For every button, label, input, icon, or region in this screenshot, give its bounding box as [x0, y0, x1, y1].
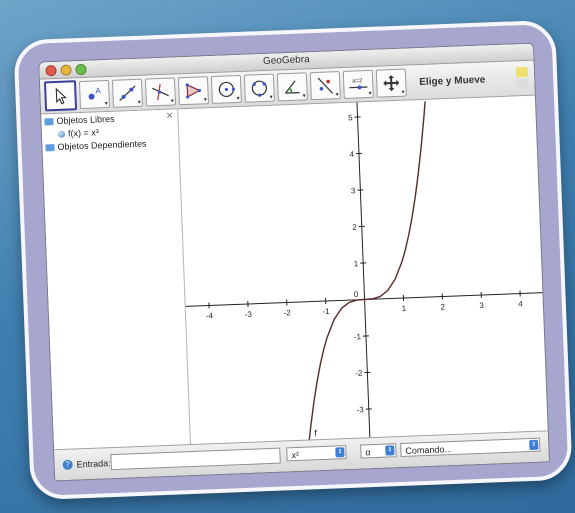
cursor-arrow-icon — [55, 87, 67, 105]
x-tick-label: -1 — [322, 307, 330, 316]
input-label: Entrada: — [76, 458, 111, 470]
toolbar-right-icons — [515, 66, 529, 90]
perpendicular-icon — [152, 83, 169, 101]
slider-tool-button[interactable]: a=2 ▾ — [342, 69, 374, 99]
conic-icon — [251, 80, 267, 97]
y-tick-label: 1 — [354, 259, 359, 268]
angle-icon — [285, 80, 300, 94]
close-algebra-icon[interactable]: ✕ — [166, 110, 174, 121]
polygon-icon — [185, 83, 202, 99]
move-view-icon — [383, 75, 400, 92]
svg-text:a=2: a=2 — [352, 78, 363, 84]
command-select[interactable]: Comando... ⇕ — [400, 437, 541, 458]
symbol-select[interactable]: x² ⇕ — [286, 445, 347, 462]
y-tick-label: 5 — [348, 113, 353, 122]
slider-icon: a=2 — [349, 78, 368, 90]
function-curve — [307, 101, 426, 446]
point-tool-button[interactable]: A ▾ — [78, 79, 111, 110]
input-field[interactable] — [110, 447, 281, 471]
function-label: f(x) = x³ — [67, 127, 99, 139]
x-tick-label: 1 — [401, 304, 406, 313]
y-axis — [356, 102, 371, 439]
x-tick-label: 4 — [518, 299, 523, 308]
move-view-tool-button[interactable]: ▾ — [375, 68, 407, 98]
y-tick-label: 2 — [352, 223, 357, 232]
x-tick-label: -3 — [245, 310, 253, 319]
visibility-bullet-icon[interactable] — [57, 130, 66, 138]
folder-icon — [45, 143, 55, 151]
dependent-objects-label: Objetos Dependientes — [57, 138, 147, 152]
reflect-tool-button[interactable]: ▾ — [309, 71, 341, 101]
svg-text:A: A — [95, 86, 101, 95]
curve-label: f — [314, 428, 317, 438]
angle-tool-button[interactable]: ▾ — [276, 72, 308, 102]
function-plot[interactable]: -4 -3 -2 -1 1 2 3 4 5 4 3 2 1 -1 -2 -3 0 f — [178, 96, 549, 446]
y-tick-label: -2 — [355, 369, 363, 378]
move-tool-button[interactable] — [43, 80, 78, 112]
symbol-select-arrow-icon[interactable]: ⇕ — [335, 447, 345, 458]
symbol-select-value: x² — [291, 449, 300, 461]
algebra-view: ✕ Objetos Libres f(x) = x³ Objetos Depen… — [41, 109, 192, 451]
x-tick-label: 3 — [479, 301, 484, 310]
input-help-icon[interactable]: ? — [62, 459, 73, 470]
polygon-tool-button[interactable]: ▾ — [177, 76, 209, 106]
main-content: ✕ Objetos Libres f(x) = x³ Objetos Depen… — [41, 96, 548, 451]
x-tick-label: 2 — [440, 302, 445, 311]
conic-tool-button[interactable]: ▾ — [243, 73, 275, 103]
circle-tool-button[interactable]: ▾ — [210, 74, 242, 104]
geogebra-window: GeoGebra A ▾ ▾ ▾ ▾ ▾ ▾ ▾ ▾ a=2 ▾ ▾ Elige… — [38, 42, 550, 482]
greek-select[interactable]: α ⇕ — [360, 443, 397, 459]
y-tick-label: -1 — [354, 332, 362, 341]
line-icon — [119, 85, 136, 101]
command-select-value: Comando... — [405, 444, 453, 456]
folder-icon — [44, 117, 54, 125]
point-icon: A — [88, 86, 102, 100]
command-select-arrow-icon[interactable]: ⇕ — [529, 439, 539, 451]
reflect-icon — [317, 77, 334, 94]
circle-icon — [218, 81, 235, 98]
y-tick-label: 4 — [349, 150, 354, 159]
undo-icon[interactable] — [516, 78, 529, 90]
greek-select-value: α — [365, 447, 371, 458]
perpendicular-tool-button[interactable]: ▾ — [144, 77, 176, 107]
x-tick-label: -2 — [283, 308, 291, 317]
origin-label: 0 — [354, 290, 359, 299]
graphics-view[interactable]: -4 -3 -2 -1 1 2 3 4 5 4 3 2 1 -1 -2 -3 0 f — [178, 96, 549, 446]
y-tick-label: 3 — [351, 186, 356, 195]
greek-select-arrow-icon[interactable]: ⇕ — [385, 445, 395, 456]
photo-frame: GeoGebra A ▾ ▾ ▾ ▾ ▾ ▾ ▾ ▾ a=2 ▾ ▾ Elige… — [13, 19, 573, 501]
mode-label: Elige y Mueve — [419, 73, 486, 88]
help-bulb-icon[interactable] — [515, 66, 529, 78]
x-tick-label: -4 — [206, 311, 214, 320]
y-tick-label: -3 — [357, 405, 365, 414]
line-tool-button[interactable]: ▾ — [111, 78, 144, 108]
